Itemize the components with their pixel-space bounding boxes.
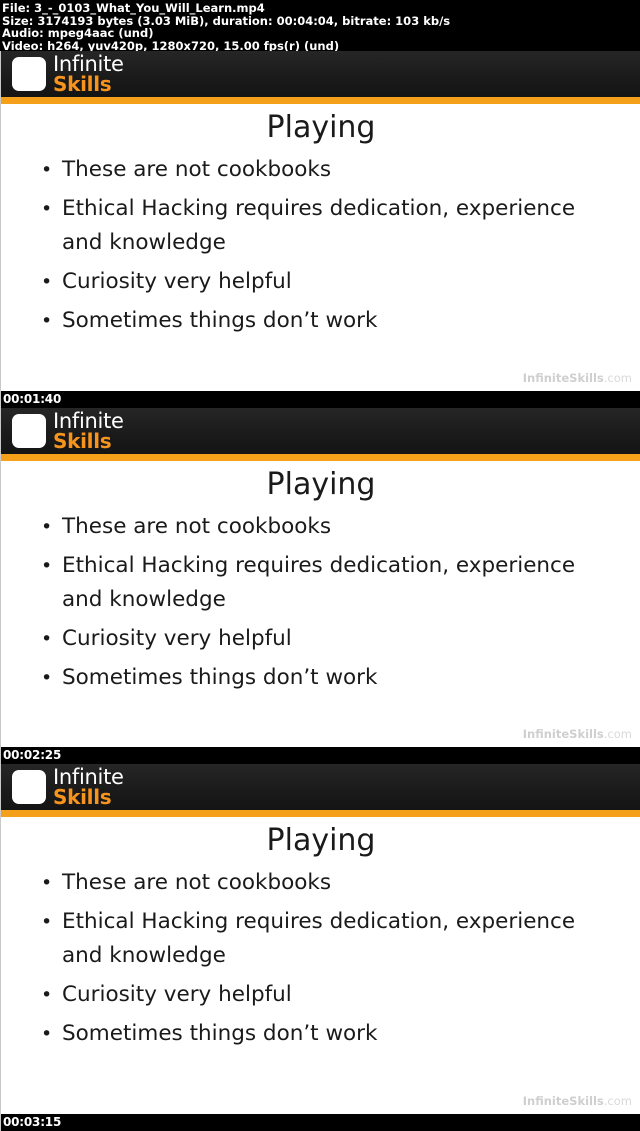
brand-name-bottom: Skills (53, 785, 112, 809)
watermark-brand: InfiniteSkills (522, 727, 604, 741)
slide-bullet-item: These are not cookbooks (1, 866, 582, 900)
slide-body: Playing These are not cookbooks Ethical H… (1, 104, 640, 391)
brand-name-bottom: Skills (53, 429, 112, 453)
watermark-tld: .com (603, 1094, 632, 1108)
video-frame-1[interactable]: Infinite Skills Playing These are not co… (0, 51, 640, 408)
frame-timestamp: 00:02:25 (3, 748, 62, 762)
video-frame-2[interactable]: Infinite Skills Playing These are not co… (0, 408, 640, 764)
watermark-brand: InfiniteSkills (522, 371, 604, 385)
slide-brand-header: Infinite Skills (1, 764, 640, 810)
slide-bullet-item: Sometimes things don’t work (1, 1017, 582, 1051)
slide-body: Playing These are not cookbooks Ethical H… (1, 817, 640, 1114)
infinite-skills-logo-icon (12, 770, 46, 804)
slide-bullet-item: Ethical Hacking requires dedication, exp… (1, 549, 582, 617)
slide-watermark: InfiniteSkills.com (523, 727, 632, 741)
media-audio-line: Audio: mpeg4aac (und) (2, 26, 154, 41)
video-thumbnail-sheet: File: 3_-_0103_What_You_Will_Learn.mp4 S… (0, 0, 640, 1131)
slide-title: Playing (266, 823, 376, 858)
brand-wordmark: Infinite Skills (53, 411, 124, 453)
brand-accent-divider (1, 454, 640, 461)
slide-bullet-list: These are not cookbooks Ethical Hacking r… (1, 502, 640, 695)
frame-timestamp: 00:03:15 (3, 1115, 62, 1129)
slide-bullet-item: Curiosity very helpful (1, 622, 582, 656)
brand-wordmark: Infinite Skills (53, 54, 124, 96)
frame-timestamp-bar: 00:01:40 (1, 391, 640, 408)
brand-name-bottom: Skills (53, 72, 112, 96)
slide-body: Playing These are not cookbooks Ethical H… (1, 461, 640, 747)
infinite-skills-logo-icon (12, 57, 46, 91)
slide-watermark: InfiniteSkills.com (523, 371, 632, 385)
slide-bullet-item: Ethical Hacking requires dedication, exp… (1, 192, 582, 260)
slide-bullet-item: Curiosity very helpful (1, 265, 582, 299)
infinite-skills-logo-icon (12, 414, 46, 448)
video-frame-3[interactable]: Infinite Skills Playing These are not co… (0, 764, 640, 1131)
slide-bullet-item: Ethical Hacking requires dedication, exp… (1, 905, 582, 973)
slide-bullet-item: These are not cookbooks (1, 510, 582, 544)
slide-title: Playing (266, 467, 376, 502)
media-info-header: File: 3_-_0103_What_You_Will_Learn.mp4 S… (0, 0, 640, 52)
slide-bullet-list: These are not cookbooks Ethical Hacking r… (1, 858, 640, 1051)
slide-bullet-list: These are not cookbooks Ethical Hacking r… (1, 145, 640, 338)
slide-bullet-item: Sometimes things don’t work (1, 304, 582, 338)
slide-bullet-item: Sometimes things don’t work (1, 661, 582, 695)
slide-bullet-item: Curiosity very helpful (1, 978, 582, 1012)
frame-timestamp: 00:01:40 (3, 392, 62, 406)
watermark-tld: .com (603, 371, 632, 385)
brand-accent-divider (1, 810, 640, 817)
frame-timestamp-bar: 00:02:25 (1, 747, 640, 764)
slide-brand-header: Infinite Skills (1, 408, 640, 454)
frame-timestamp-bar: 00:03:15 (1, 1114, 640, 1131)
slide-watermark: InfiniteSkills.com (523, 1094, 632, 1108)
slide-bullet-item: These are not cookbooks (1, 153, 582, 187)
watermark-tld: .com (603, 727, 632, 741)
media-file-line: File: 3_-_0103_What_You_Will_Learn.mp4 (2, 1, 265, 15)
brand-wordmark: Infinite Skills (53, 767, 124, 809)
slide-brand-header: Infinite Skills (1, 51, 640, 97)
slide-title: Playing (266, 110, 376, 145)
watermark-brand: InfiniteSkills (522, 1094, 604, 1108)
brand-accent-divider (1, 97, 640, 104)
